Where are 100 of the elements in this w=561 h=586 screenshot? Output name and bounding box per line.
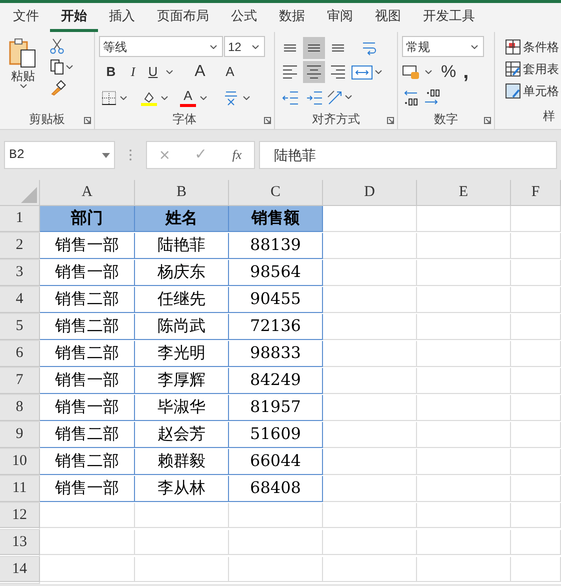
group-label: 字体 — [172, 111, 196, 128]
phonetic-guide-icon[interactable] — [223, 90, 239, 106]
shrink-font-button[interactable]: A — [219, 62, 241, 82]
blank-cell — [511, 287, 561, 312]
blank-cell — [511, 233, 561, 258]
ribbon-tab[interactable]: 开发工具 — [412, 3, 486, 32]
table-format-icon — [505, 61, 521, 77]
orientation-align-icon — [327, 88, 343, 106]
table-cell: 销售二部 — [40, 341, 135, 366]
borders-icon[interactable] — [102, 91, 116, 105]
dialog-launcher-icon[interactable] — [484, 117, 491, 124]
header-cell: 销售额 — [229, 206, 323, 232]
caret-icon[interactable] — [200, 96, 207, 100]
dropdown-caret-icon[interactable] — [102, 152, 110, 158]
insert-function-button[interactable]: fx — [232, 145, 242, 165]
blank-cell — [511, 449, 561, 474]
align-center-button[interactable] — [303, 61, 325, 84]
percent-button[interactable]: % — [441, 59, 456, 85]
dialog-launcher-icon[interactable] — [84, 117, 91, 124]
currency-icon[interactable] — [402, 64, 420, 80]
dialog-launcher-icon[interactable] — [387, 117, 394, 124]
table-cell: 销售一部 — [40, 260, 135, 286]
cell-style-icon — [505, 83, 521, 99]
caret-icon[interactable] — [375, 70, 382, 74]
ribbon-tab[interactable]: 视图 — [364, 3, 412, 32]
align-middle-button[interactable] — [303, 36, 325, 59]
formula-field[interactable]: 陆艳菲 — [259, 141, 557, 169]
column-header[interactable]: E — [417, 180, 511, 206]
row-header[interactable]: 10 — [0, 449, 40, 474]
name-box[interactable]: B2 — [4, 141, 115, 169]
dialog-launcher-icon[interactable] — [264, 117, 271, 124]
caret-icon[interactable] — [243, 96, 250, 100]
table-cell: 72136 — [229, 314, 323, 340]
caret-icon[interactable] — [210, 44, 217, 48]
paste-button[interactable]: 粘贴 — [4, 36, 42, 109]
row-header[interactable]: 5 — [0, 314, 40, 340]
row-header[interactable]: 1 — [0, 206, 40, 232]
increase-decimal-icon[interactable] — [402, 89, 418, 107]
styles-button[interactable]: 套用表 — [505, 58, 561, 80]
more-dots-icon[interactable] — [129, 149, 132, 161]
number-format-field[interactable]: 常规 — [402, 36, 484, 57]
ribbon-tab[interactable]: 页面布局 — [146, 3, 220, 32]
group-label: 剪贴板 — [29, 111, 65, 128]
row-header[interactable]: 9 — [0, 422, 40, 448]
row-header[interactable]: 13 — [0, 530, 40, 555]
caret-icon[interactable] — [425, 70, 432, 74]
middle-align-icon — [306, 44, 322, 52]
styles-button[interactable]: 条件格 — [505, 36, 561, 58]
copy-icon[interactable] — [50, 59, 64, 75]
row-header[interactable]: 4 — [0, 287, 40, 312]
font-size-field[interactable]: 12 — [224, 36, 265, 57]
table-cell: 赖群毅 — [135, 449, 229, 474]
row-header[interactable]: 8 — [0, 395, 40, 420]
caret-icon[interactable] — [345, 95, 352, 100]
blank-cell — [511, 422, 561, 448]
font-color-button[interactable]: A — [180, 89, 196, 107]
comma-button[interactable]: , — [463, 65, 469, 79]
row-header[interactable]: 14 — [0, 557, 40, 582]
caret-icon[interactable] — [20, 84, 26, 88]
format-painter-icon[interactable] — [50, 80, 66, 96]
empty-cell — [511, 557, 561, 582]
blank-cell — [511, 368, 561, 394]
bold-button[interactable]: B — [102, 62, 120, 82]
scissors-icon[interactable] — [50, 38, 64, 54]
table-cell: 66044 — [229, 449, 323, 474]
table-cell: 销售一部 — [40, 368, 135, 394]
caret-icon[interactable] — [66, 65, 73, 69]
row-header[interactable]: 6 — [0, 341, 40, 366]
row-header[interactable]: 7 — [0, 368, 40, 394]
table-cell: 任继先 — [135, 287, 229, 312]
styles-button[interactable]: 单元格 — [505, 80, 561, 102]
row-header[interactable]: 12 — [0, 503, 40, 528]
fill-color-icon[interactable] — [141, 90, 157, 106]
ribbon-tab[interactable]: 审阅 — [316, 3, 364, 32]
caret-icon[interactable] — [161, 96, 168, 100]
font-name-field[interactable]: 等线 — [99, 36, 223, 57]
table-cell: 51609 — [229, 422, 323, 448]
row-header[interactable]: 11 — [0, 476, 40, 502]
table-cell: 81957 — [229, 395, 323, 420]
caret-icon[interactable] — [120, 96, 127, 100]
ribbon-tab[interactable]: 插入 — [98, 3, 146, 32]
table-cell: 销售二部 — [40, 422, 135, 448]
ribbon-tab[interactable]: 文件 — [2, 3, 50, 32]
clipboard-icon[interactable] — [9, 38, 37, 68]
group-label: 对齐方式 — [312, 111, 360, 128]
row-header[interactable]: 2 — [0, 233, 40, 258]
ribbon-tab[interactable]: 公式 — [220, 3, 268, 32]
caret-icon[interactable] — [252, 44, 259, 48]
italic-button[interactable]: I — [124, 62, 142, 82]
row-header[interactable]: 3 — [0, 260, 40, 286]
header-cell: 姓名 — [135, 206, 229, 232]
ribbon-tab[interactable]: 数据 — [268, 3, 316, 32]
table-cell: 销售二部 — [40, 287, 135, 312]
column-header[interactable]: D — [323, 180, 417, 206]
caret-icon[interactable] — [166, 70, 173, 74]
column-header[interactable]: F — [511, 180, 561, 206]
caret-icon[interactable] — [471, 44, 478, 48]
underline-button[interactable]: U — [146, 62, 160, 82]
decrease-decimal-icon[interactable] — [424, 89, 440, 107]
grow-font-button[interactable]: A — [189, 60, 211, 84]
